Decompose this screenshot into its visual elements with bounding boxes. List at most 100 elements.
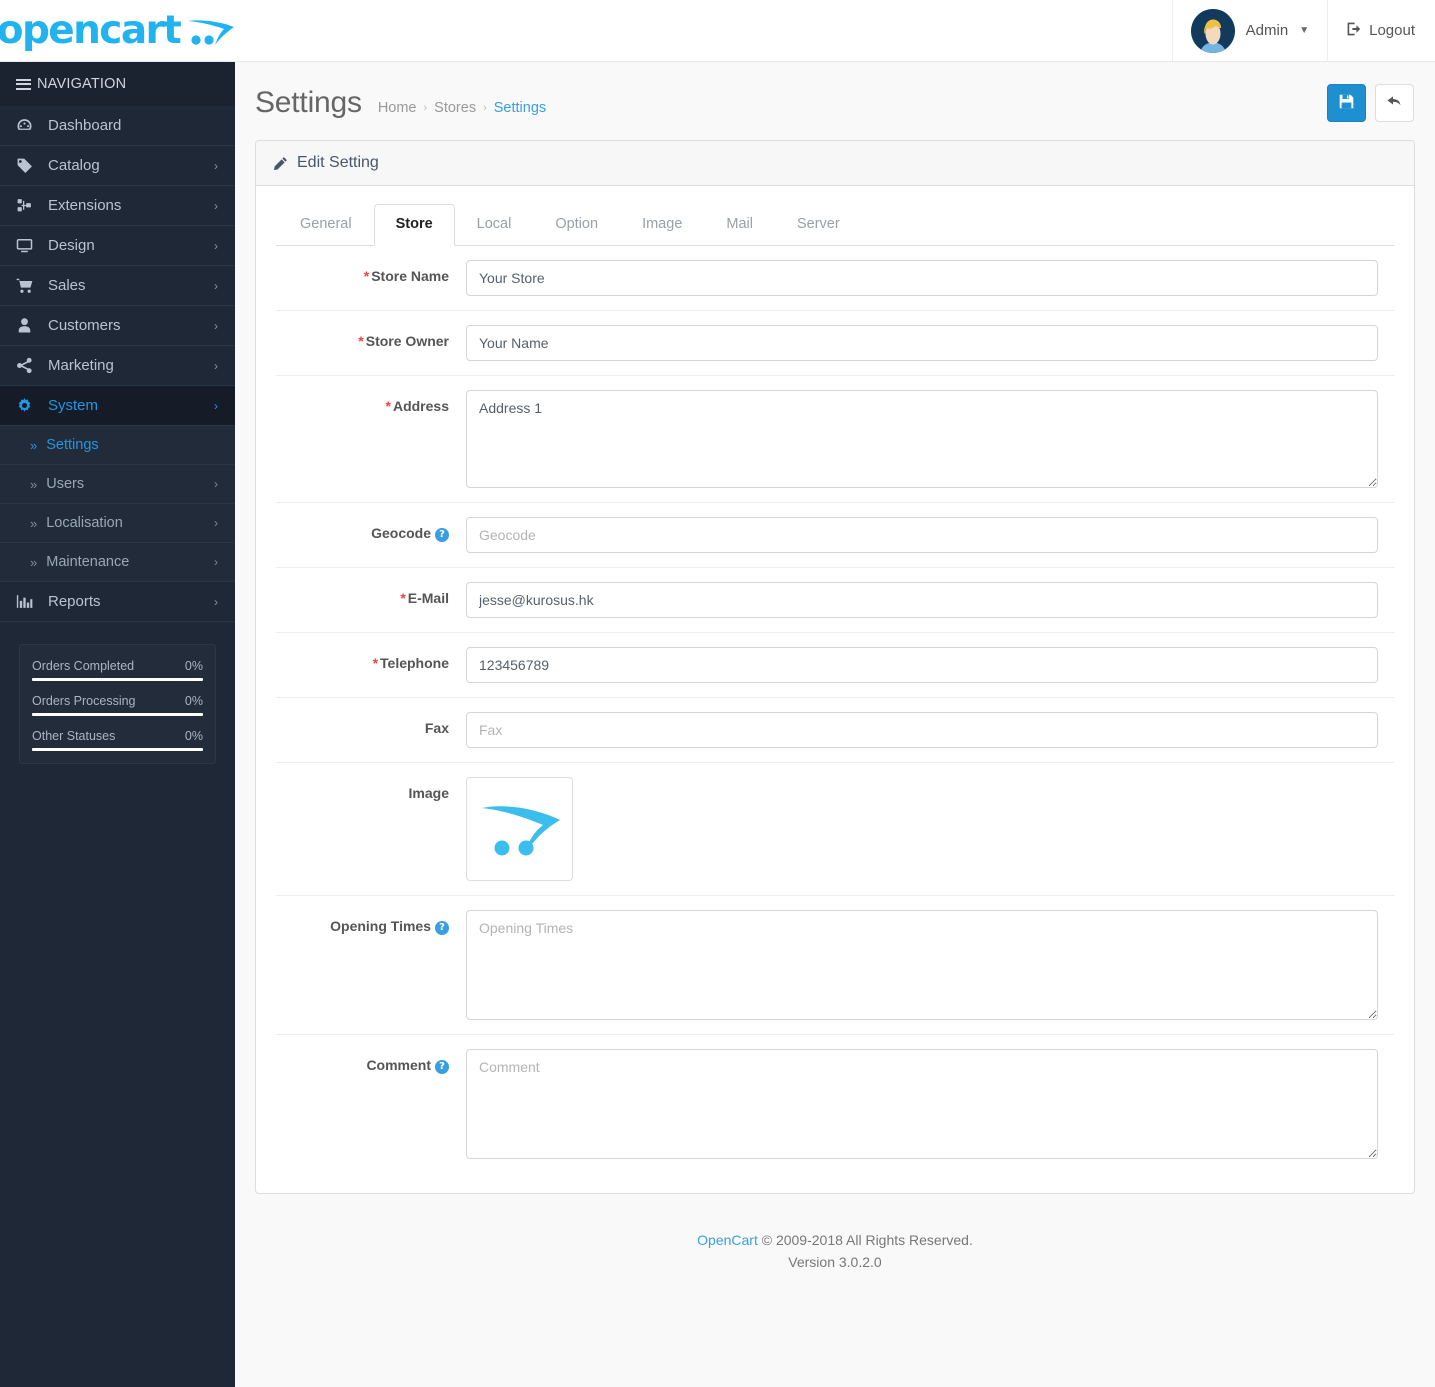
admin-avatar: [1190, 8, 1235, 53]
sidebar-item-design[interactable]: Design ›: [0, 226, 235, 266]
breadcrumb-separator: ›: [483, 102, 487, 114]
tab-mail[interactable]: Mail: [704, 204, 775, 246]
sidebar-item-catalog[interactable]: Catalog ›: [0, 146, 235, 186]
gear-icon: [16, 397, 38, 414]
tab-store[interactable]: Store: [373, 204, 455, 246]
sidebar-subitem-settings[interactable]: » Settings: [0, 426, 235, 465]
email-input[interactable]: [466, 581, 1378, 618]
sidebar: opencart NAVIGATION Dashboard Catalog › …: [0, 0, 235, 1387]
label-fax: Fax: [276, 712, 466, 736]
sidebar-subitem-label: Users: [46, 476, 85, 492]
opencart-cart-icon: [188, 20, 235, 45]
label-text: Store Owner: [365, 332, 449, 349]
progress-bar: [32, 678, 203, 681]
breadcrumb-item-home[interactable]: Home: [378, 100, 417, 116]
sidebar-item-label: Reports: [48, 593, 101, 610]
help-icon[interactable]: ?: [435, 920, 449, 935]
breadcrumb-separator: ›: [423, 102, 428, 114]
breadcrumb-item-settings[interactable]: Settings: [494, 100, 546, 116]
stat-other-statuses: Other Statuses 0%: [32, 725, 203, 751]
double-chevron-icon: »: [30, 437, 38, 453]
stat-label: Orders Completed: [32, 659, 135, 673]
brand-logo[interactable]: opencart: [0, 0, 235, 62]
store-image-thumbnail[interactable]: [466, 776, 573, 881]
sidebar-subitem-localisation[interactable]: » Localisation ›: [0, 504, 235, 543]
label-telephone: * Telephone: [276, 647, 466, 671]
form-row-geocode: Geocode?: [276, 503, 1394, 568]
tab-image[interactable]: Image: [620, 204, 704, 246]
comment-textarea[interactable]: [466, 1048, 1378, 1159]
sidebar-subitem-maintenance[interactable]: » Maintenance ›: [0, 543, 235, 582]
sidebar-item-system[interactable]: System ›: [0, 386, 235, 426]
geocode-input[interactable]: [466, 516, 1378, 553]
tab-general[interactable]: General: [278, 204, 374, 246]
label-geocode: Geocode?: [276, 517, 466, 542]
sidebar-item-customers[interactable]: Customers ›: [0, 306, 235, 346]
user-icon: [16, 317, 38, 334]
sidebar-item-reports[interactable]: Reports ›: [0, 582, 235, 622]
chevron-right-icon: ›: [214, 278, 218, 293]
store-owner-input[interactable]: [466, 324, 1378, 361]
required-asterisk: *: [363, 267, 370, 284]
sidebar-item-sales[interactable]: Sales ›: [0, 266, 235, 306]
back-button[interactable]: [1375, 84, 1414, 122]
navigation-header-label: NAVIGATION: [37, 76, 127, 92]
label-image: Image: [276, 777, 466, 801]
chevron-right-icon: ›: [214, 238, 218, 253]
form-row-store-owner: * Store Owner: [276, 311, 1394, 376]
label-text: Geocode: [371, 524, 431, 541]
sidebar-subitem-label: Maintenance: [46, 554, 130, 570]
help-icon[interactable]: ?: [435, 527, 449, 542]
footer-opencart-link[interactable]: OpenCart: [697, 1232, 758, 1248]
form-row-telephone: * Telephone: [276, 633, 1394, 698]
footer-copyright: © 2009-2018 All Rights Reserved.: [757, 1231, 973, 1248]
help-icon[interactable]: ?: [435, 1059, 449, 1074]
sidebar-subitem-label: Settings: [46, 437, 99, 453]
chevron-right-icon: ›: [214, 358, 218, 373]
sidebar-item-marketing[interactable]: Marketing ›: [0, 346, 235, 386]
address-textarea[interactable]: Address 1: [466, 389, 1378, 488]
label-text: Image: [408, 784, 449, 801]
progress-bar: [32, 713, 203, 716]
tab-local[interactable]: Local: [455, 204, 534, 246]
form-row-email: * E-Mail: [276, 568, 1394, 633]
store-name-input[interactable]: [466, 259, 1378, 296]
save-floppy-icon: [1338, 93, 1355, 113]
label-store-name: * Store Name: [276, 260, 466, 284]
sidebar-item-dashboard[interactable]: Dashboard: [0, 106, 235, 146]
tab-option[interactable]: Option: [533, 204, 620, 246]
telephone-input[interactable]: [466, 646, 1378, 683]
chevron-right-icon: ›: [214, 594, 218, 609]
panel-heading: Edit Setting: [256, 141, 1414, 186]
form-row-address: * Address Address 1: [276, 376, 1394, 503]
tab-server[interactable]: Server: [775, 204, 862, 246]
navigation-header[interactable]: NAVIGATION: [0, 62, 235, 106]
sidebar-item-label: Marketing: [48, 357, 114, 374]
bar-chart-icon: [16, 593, 38, 610]
sidebar-subitem-users[interactable]: » Users ›: [0, 465, 235, 504]
breadcrumb: Home › Stores › Settings: [378, 100, 546, 116]
label-store-owner: * Store Owner: [276, 325, 466, 349]
user-menu[interactable]: Admin ▼: [1171, 0, 1329, 61]
logout-button[interactable]: Logout: [1328, 0, 1435, 61]
label-opening-times: Opening Times?: [276, 910, 466, 935]
logout-label: Logout: [1369, 22, 1415, 39]
double-chevron-icon: »: [30, 554, 38, 570]
sidebar-item-label: System: [48, 397, 99, 414]
sidebar-item-label: Sales: [48, 277, 86, 294]
page-title: Settings: [255, 86, 362, 119]
sidebar-item-extensions[interactable]: Extensions ›: [0, 186, 235, 226]
pencil-icon: [273, 156, 288, 171]
fax-input[interactable]: [466, 711, 1378, 748]
opening-times-textarea[interactable]: [466, 909, 1378, 1020]
sidebar-nav-list-reports: Reports ›: [0, 582, 235, 622]
breadcrumb-item-stores[interactable]: Stores: [434, 100, 476, 116]
double-chevron-icon: »: [30, 515, 38, 531]
form-row-opening-times: Opening Times?: [276, 896, 1394, 1035]
page-header: Settings Home › Stores › Settings: [235, 62, 1435, 140]
edit-setting-panel: Edit Setting General Store Local Option …: [255, 140, 1415, 1194]
label-email: * E-Mail: [276, 582, 466, 606]
chevron-right-icon: ›: [214, 516, 218, 530]
save-button[interactable]: [1327, 84, 1366, 122]
stat-orders-completed: Orders Completed 0%: [32, 655, 203, 681]
